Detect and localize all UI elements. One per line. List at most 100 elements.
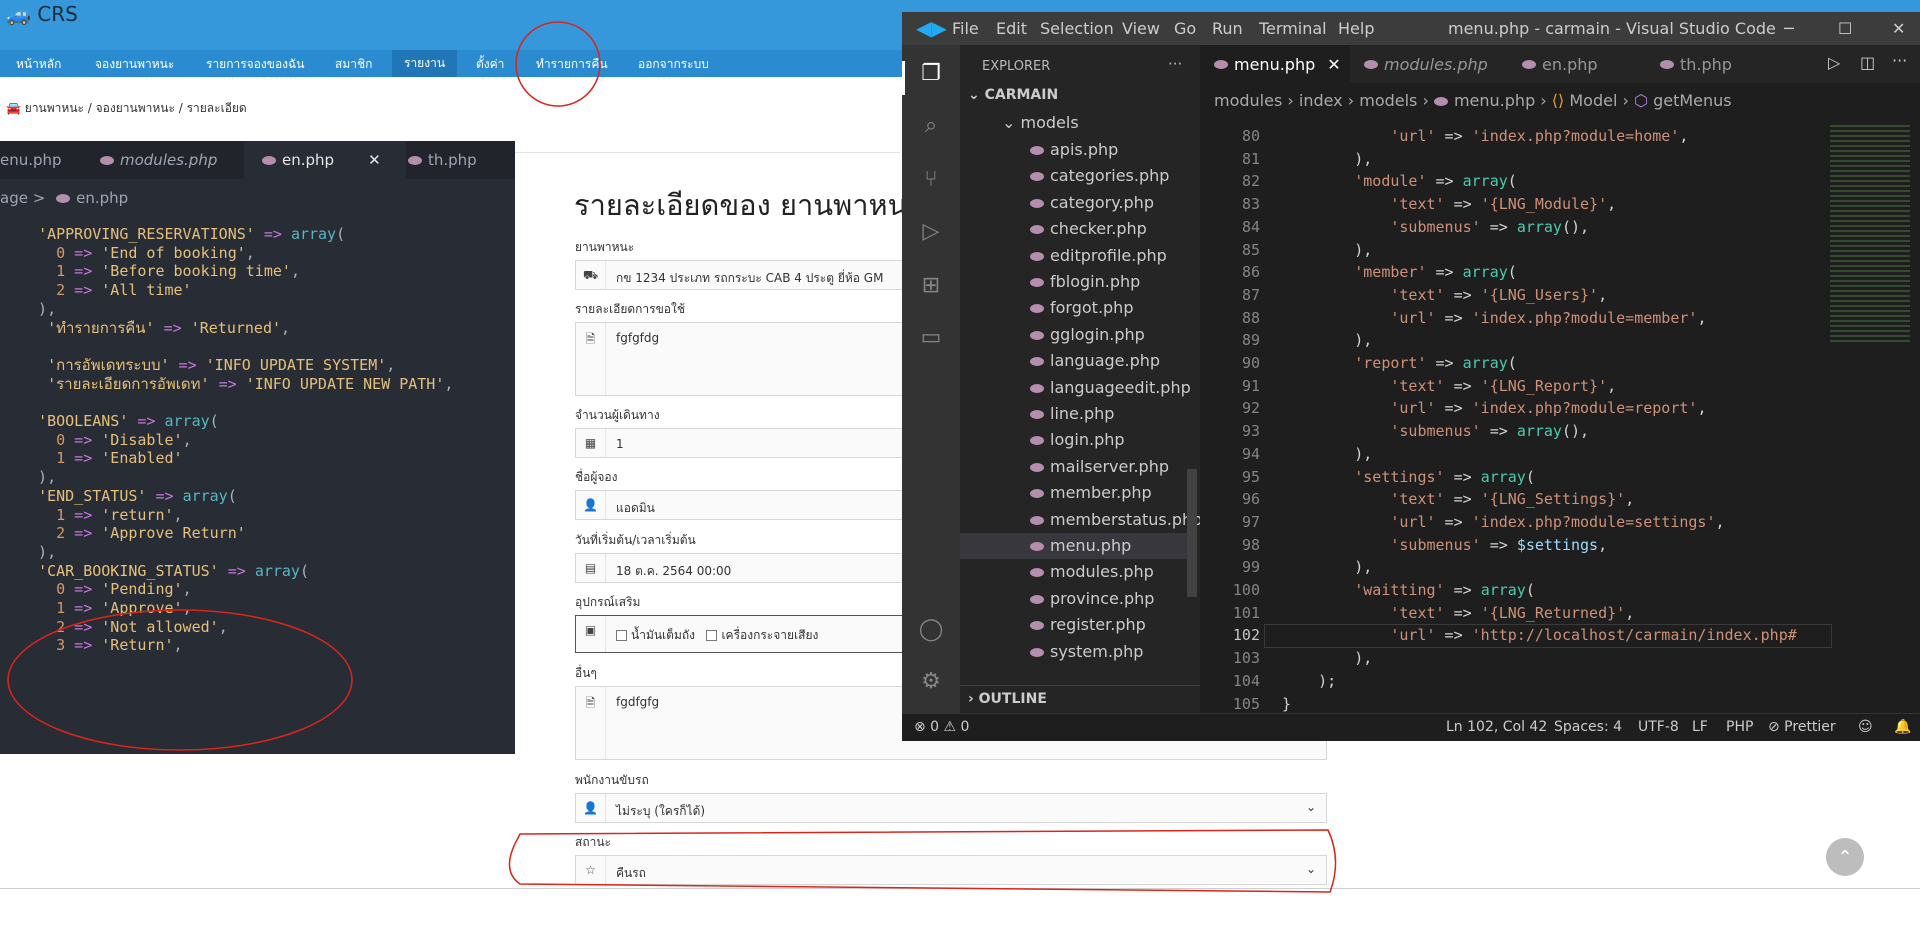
prettier-status[interactable]: ⊘ Prettier: [1768, 719, 1836, 735]
end-of-line[interactable]: LF: [1692, 719, 1708, 735]
folder-carmain[interactable]: ⌄ CARMAIN: [968, 87, 1058, 103]
more-icon[interactable]: ···: [1168, 55, 1182, 73]
tab-modules[interactable]: modules.php: [1350, 45, 1508, 83]
driver-select[interactable]: 👤 ไม่ระบุ (ใครก็ได้) ⌄: [575, 793, 1327, 823]
extensions-icon[interactable]: ⊞: [916, 273, 946, 303]
left-tab-modules[interactable]: modules.php: [82, 141, 260, 179]
left-tab-th[interactable]: th.php: [390, 141, 515, 179]
source-control-icon[interactable]: ⑂: [916, 167, 946, 197]
file-name: line.php: [1050, 404, 1115, 423]
vscode-window: ◀▶ File Edit Selection View Go Run Termi…: [902, 12, 1920, 741]
tab-en[interactable]: en.php: [1508, 45, 1646, 83]
menu-go[interactable]: Go: [1174, 19, 1196, 38]
php-file-icon: [1030, 436, 1044, 446]
sidebar-scrollbar[interactable]: [1187, 469, 1197, 597]
split-editor-icon[interactable]: ◫: [1860, 53, 1875, 72]
nav-my-bookings[interactable]: รายการจองของฉัน: [206, 55, 304, 74]
file-item[interactable]: memberstatus.php: [1030, 507, 1202, 533]
file-item[interactable]: languageedit.php: [1030, 375, 1191, 401]
file-item[interactable]: province.php: [1030, 586, 1154, 612]
php-file-icon: [1030, 357, 1044, 367]
menu-selection[interactable]: Selection: [1040, 19, 1114, 38]
menu-edit[interactable]: Edit: [996, 19, 1027, 38]
file-name: system.php: [1050, 641, 1144, 661]
run-icon[interactable]: ▷: [1828, 53, 1840, 72]
cursor-position[interactable]: Ln 102, Col 42: [1446, 719, 1547, 735]
file-item[interactable]: modules.php: [1030, 559, 1154, 585]
indentation[interactable]: Spaces: 4: [1554, 719, 1622, 735]
nav-book[interactable]: จองยานพาหนะ: [95, 55, 174, 74]
file-item[interactable]: language.php: [1030, 348, 1160, 374]
line-number: 89: [1241, 331, 1260, 350]
nav-settings[interactable]: ตั้งค่า: [476, 55, 504, 74]
code-line: 'url' => 'index.php?module=settings',: [1390, 512, 1725, 531]
editor-breadcrumb: modules › index › models › menu.php › ⟨⟩…: [1214, 91, 1732, 110]
car-icon: 🚙: [6, 2, 31, 26]
problems-indicator[interactable]: ⊗ 0 ⚠ 0: [914, 719, 969, 735]
nav-members[interactable]: สมาชิก: [335, 55, 372, 74]
accessory-1-checkbox[interactable]: [616, 630, 627, 641]
file-item[interactable]: system.php: [1030, 639, 1143, 665]
run-debug-icon[interactable]: ▷: [916, 219, 946, 249]
file-name: apis.php: [1050, 140, 1119, 159]
tab-menu[interactable]: menu.php ✕: [1200, 45, 1350, 83]
file-item[interactable]: gglogin.php: [1030, 322, 1145, 348]
gear-icon[interactable]: ⚙: [916, 669, 946, 699]
tab-th[interactable]: th.php: [1646, 45, 1786, 83]
file-item[interactable]: member.php: [1030, 480, 1152, 506]
file-item[interactable]: line.php: [1030, 401, 1114, 427]
feedback-icon[interactable]: ☺: [1858, 719, 1873, 735]
encoding[interactable]: UTF-8: [1638, 719, 1679, 735]
minimap[interactable]: [1830, 125, 1910, 345]
account-icon[interactable]: ◯: [916, 617, 946, 647]
breadcrumb: 🚘 ยานพาหนะ / จองยานพาหนะ / รายละเอียด: [6, 101, 247, 115]
file-item[interactable]: forgot.php: [1030, 295, 1133, 321]
file-item[interactable]: menu.php: [1030, 533, 1131, 559]
menu-view[interactable]: View: [1122, 19, 1160, 38]
file-item[interactable]: fblogin.php: [1030, 269, 1140, 295]
file-item[interactable]: category.php: [1030, 190, 1154, 216]
notifications-icon[interactable]: 🔔: [1894, 719, 1911, 735]
file-item[interactable]: editprofile.php: [1030, 243, 1167, 269]
minimize-icon[interactable]: ─: [1784, 19, 1794, 38]
menu-file[interactable]: File: [952, 19, 979, 38]
line-number: 94: [1241, 444, 1260, 463]
nav-report[interactable]: รายงาน: [392, 50, 458, 77]
close-icon[interactable]: ✕: [1892, 19, 1905, 38]
scroll-top-button[interactable]: ⌃: [1826, 838, 1864, 876]
left-tab-menu[interactable]: enu.php: [0, 141, 82, 179]
truck-icon: ⛟: [576, 261, 606, 289]
code-line: 'submenus' => array(),: [1390, 217, 1590, 236]
nav-return[interactable]: ทำรายการคืน: [536, 55, 608, 74]
nav-logout[interactable]: ออกจากระบบ: [638, 55, 709, 74]
php-file-icon: [1030, 330, 1044, 340]
language-mode[interactable]: PHP: [1726, 719, 1753, 735]
status-select[interactable]: ☆ คืนรถ ⌄: [575, 855, 1327, 885]
php-file-icon: [100, 155, 114, 165]
close-icon[interactable]: ✕: [1327, 55, 1340, 74]
more-icon[interactable]: ···: [1892, 51, 1907, 70]
app-brand[interactable]: 🚙 CRS: [6, 2, 78, 26]
file-item[interactable]: register.php: [1030, 612, 1146, 638]
file-item[interactable]: login.php: [1030, 427, 1125, 453]
explorer-icon[interactable]: ❐: [916, 61, 946, 91]
file-item[interactable]: checker.php: [1030, 216, 1147, 242]
code-line: 'module' => array(: [1354, 172, 1517, 191]
folder-models[interactable]: ⌄ models: [1002, 113, 1079, 132]
code-line: 'submenus' => $settings,: [1390, 535, 1608, 554]
accessory-2-checkbox[interactable]: [706, 630, 718, 641]
file-item[interactable]: mailserver.php: [1030, 454, 1169, 480]
menu-run[interactable]: Run: [1212, 19, 1243, 38]
left-tab-en[interactable]: en.php ✕: [244, 141, 406, 179]
search-icon[interactable]: ⌕: [916, 113, 946, 143]
maximize-icon[interactable]: ☐: [1838, 19, 1852, 38]
title-bar: ◀▶ File Edit Selection View Go Run Termi…: [902, 12, 1920, 45]
close-icon[interactable]: ✕: [368, 151, 381, 169]
file-item[interactable]: categories.php: [1030, 163, 1169, 189]
outline-section[interactable]: › OUTLINE: [960, 685, 1200, 714]
nav-home[interactable]: หน้าหลัก: [16, 55, 61, 74]
file-item[interactable]: apis.php: [1030, 137, 1118, 163]
remote-explorer-icon[interactable]: ▭: [916, 325, 946, 355]
menu-help[interactable]: Help: [1338, 19, 1374, 38]
menu-terminal[interactable]: Terminal: [1259, 19, 1327, 38]
